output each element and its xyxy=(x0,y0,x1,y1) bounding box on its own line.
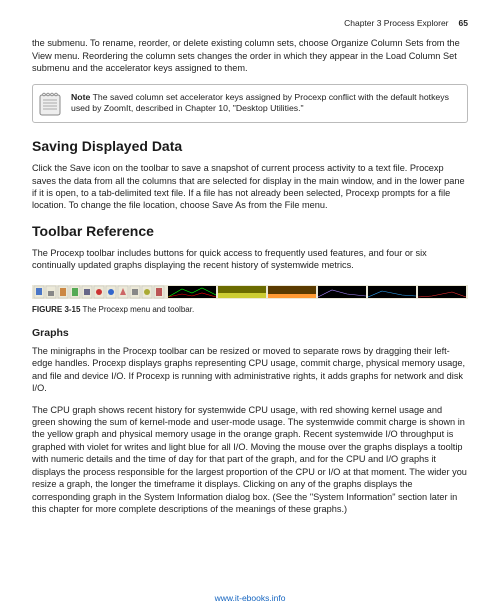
note-label: Note xyxy=(71,92,90,102)
chapter-label: Chapter 3 Process Explorer xyxy=(344,18,448,29)
graphs-p1: The minigraphs in the Procexp toolbar ca… xyxy=(32,345,468,395)
figure-label: FIGURE 3-15 xyxy=(32,305,80,314)
intro-paragraph: the submenu. To rename, reorder, or dele… xyxy=(32,37,468,74)
note-text: The saved column set accelerator keys as… xyxy=(71,92,449,114)
toolbar-body: The Procexp toolbar includes buttons for… xyxy=(32,247,468,272)
page-number: 65 xyxy=(459,18,468,29)
footer-link[interactable]: www.it-ebooks.info xyxy=(215,593,286,603)
saving-body: Click the Save icon on the toolbar to sa… xyxy=(32,162,468,212)
subhead-graphs: Graphs xyxy=(32,326,468,340)
section-title-saving: Saving Displayed Data xyxy=(32,137,468,156)
toolbar-screenshot xyxy=(32,285,468,299)
note-box: Note The saved column set accelerator ke… xyxy=(32,84,468,123)
footer: www.it-ebooks.info xyxy=(0,593,500,604)
figure-text: The Procexp menu and toolbar. xyxy=(83,305,195,314)
notepad-icon xyxy=(38,91,62,117)
section-title-toolbar: Toolbar Reference xyxy=(32,222,468,241)
figure-caption: FIGURE 3-15 The Procexp menu and toolbar… xyxy=(32,305,468,316)
page-header: Chapter 3 Process Explorer 65 xyxy=(32,18,468,29)
graphs-p2: The CPU graph shows recent history for s… xyxy=(32,404,468,516)
